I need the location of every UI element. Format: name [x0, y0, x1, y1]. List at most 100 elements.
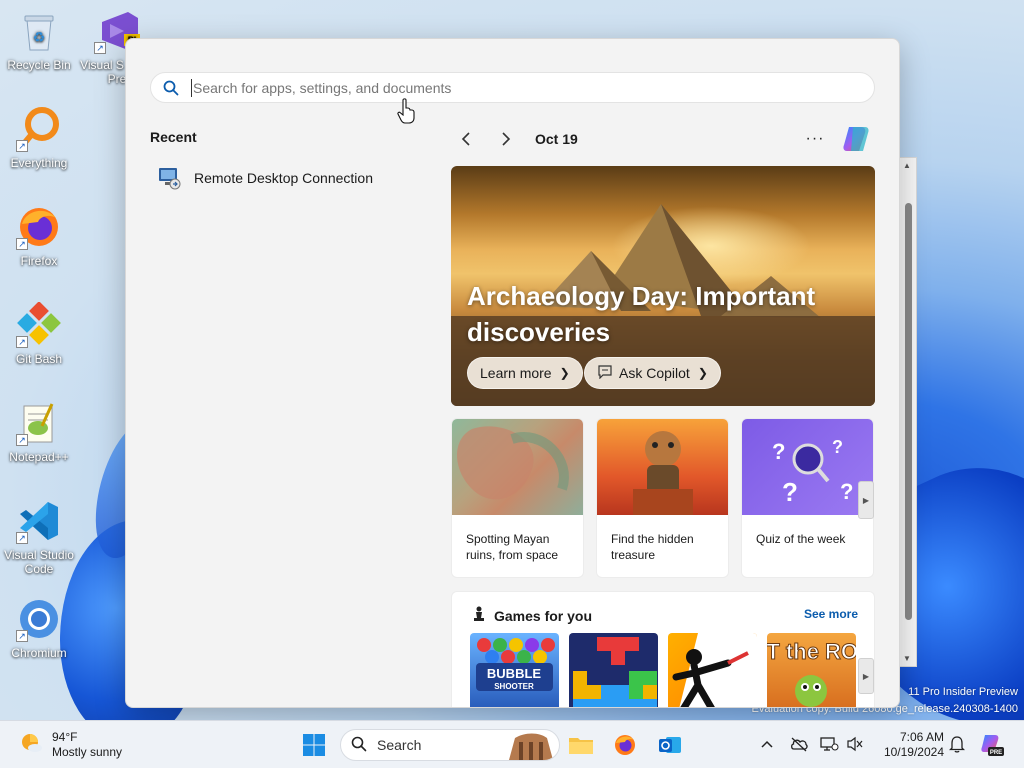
shortcut-arrow-icon: ↗ [16, 630, 28, 642]
desktop-icon-vscode[interactable]: ↗ Visual Studio Code [0, 498, 78, 576]
desktop-icon-label: Chromium [11, 646, 67, 660]
ask-copilot-button[interactable]: Ask Copilot ❯ [584, 357, 721, 389]
volume-muted-icon[interactable] [844, 733, 866, 755]
copilot-taskbar-button[interactable]: PRE [974, 727, 1010, 763]
watermark-edition: 11 Pro Insider Preview [908, 686, 1018, 698]
svg-text:♻: ♻ [33, 29, 46, 45]
more-options-icon[interactable]: ··· [803, 127, 827, 151]
learn-more-label: Learn more [480, 365, 552, 381]
card-title: Find the hidden treasure [611, 532, 694, 562]
shortcut-arrow-icon: ↗ [16, 336, 28, 348]
learn-more-button[interactable]: Learn more ❯ [467, 357, 583, 389]
show-hidden-icons-chevron-icon[interactable] [756, 733, 778, 755]
desktop-icon-notepad-plus-plus[interactable]: ↗ Notepad++ [0, 400, 78, 464]
shortcut-arrow-icon: ↗ [16, 532, 28, 544]
start-button[interactable] [296, 727, 332, 763]
search-highlight-image [509, 733, 553, 760]
desktop-icon-chromium[interactable]: ↗ Chromium [0, 596, 78, 660]
feed-nav: Oct 19 ··· [451, 125, 875, 153]
taskbar-clock[interactable]: 7:06 AM 10/19/2024 [872, 730, 944, 760]
scroll-up-icon[interactable]: ▲ [903, 161, 911, 170]
pre-badge: PRE [990, 750, 1002, 756]
feed-card[interactable]: Find the hidden treasure [596, 418, 729, 578]
shortcut-arrow-icon: ↗ [16, 140, 28, 152]
notification-bell-icon[interactable] [946, 733, 968, 755]
weather-widget[interactable]: 94°F Mostly sunny [18, 729, 122, 760]
clock-date: 10/19/2024 [883, 745, 944, 759]
copilot-pre-icon: PRE [981, 735, 1004, 756]
desktop-icon-recycle-bin[interactable]: ♻ Recycle Bin [0, 8, 78, 72]
previous-chevron-icon[interactable] [451, 125, 481, 153]
card-title: Spotting Mayan ruins, from space [466, 532, 559, 562]
desktop-icon-firefox[interactable]: ↗ Firefox [0, 204, 78, 268]
desktop-icon-git-bash[interactable]: ↗ Git Bash [0, 301, 78, 366]
svg-text:?: ? [782, 477, 798, 507]
shortcut-arrow-icon: ↗ [16, 238, 28, 250]
git-bash-icon: ↗ [16, 301, 62, 348]
file-explorer-button[interactable] [563, 727, 599, 763]
desktop-icon-label: Recycle Bin [7, 58, 71, 72]
game-tile-cut-the-rope[interactable]: CUT the ROPE [767, 633, 856, 707]
clock-time: 7:06 AM [899, 730, 944, 744]
games-title: Games for you [494, 607, 593, 624]
outlook-taskbar-button[interactable] [652, 727, 688, 763]
desktop-icon-label: Visual Studio Code [4, 548, 74, 576]
feed-card[interactable]: Spotting Mayan ruins, from space [451, 418, 584, 578]
desktop-icon-label: Firefox [20, 254, 58, 268]
firefox-icon: ↗ [16, 204, 62, 250]
start-scrollbar[interactable]: ▲ ▼ [899, 157, 917, 667]
onedrive-offline-icon[interactable] [788, 733, 810, 755]
notepad-plus-plus-icon: ↗ [16, 400, 62, 446]
hand-cursor-icon [397, 98, 415, 124]
ask-copilot-label: Ask Copilot [619, 365, 690, 381]
copilot-icon[interactable] [839, 123, 873, 155]
windows-logo-icon [303, 734, 325, 756]
hero-title: Archaeology Day: Important discoveries [467, 281, 816, 347]
chromium-icon: ↗ [16, 596, 62, 642]
games-heading: Games for you [472, 606, 592, 625]
scroll-down-icon[interactable]: ▼ [903, 654, 911, 663]
search-icon [351, 736, 367, 755]
recent-item-label: Remote Desktop Connection [194, 170, 373, 186]
desktop-icon-label: Git Bash [15, 352, 63, 366]
feed-card[interactable]: ???? Quiz of the week [741, 418, 874, 578]
svg-text:?: ? [772, 439, 785, 464]
next-chevron-icon[interactable] [491, 125, 521, 153]
game-tile-blocks[interactable] [569, 633, 658, 707]
cut-the-rope-title: CUT the ROPE [767, 639, 856, 664]
start-search-input[interactable] [191, 78, 874, 97]
recent-heading: Recent [150, 129, 197, 145]
desktop-icon-everything[interactable]: ↗ Everything [0, 106, 78, 170]
hero-card[interactable]: Archaeology Day: Important discoveries L… [451, 166, 875, 406]
outlook-icon [659, 737, 681, 753]
chevron-right-icon: ❯ [697, 366, 708, 380]
scrollbar-thumb[interactable] [905, 203, 912, 620]
taskbar-search[interactable]: Search [340, 729, 560, 761]
treasure-thumbnail [597, 419, 728, 515]
firefox-taskbar-button[interactable] [607, 727, 643, 763]
cards-next-arrow-icon[interactable]: ▶ [858, 481, 874, 519]
game-tile-stickman[interactable] [668, 633, 757, 707]
map-thumbnail [452, 419, 583, 515]
card-title: Quiz of the week [756, 532, 846, 546]
shortcut-arrow-icon: ↗ [94, 42, 106, 54]
vscode-icon: ↗ [16, 498, 62, 544]
desktop-icon-label: Notepad++ [9, 450, 69, 464]
chat-bubble-icon [597, 364, 613, 382]
see-more-link[interactable]: See more [804, 607, 858, 621]
network-icon[interactable] [818, 733, 840, 755]
quiz-thumbnail: ???? [742, 419, 873, 515]
recycle-bin-icon: ♻ [16, 8, 62, 54]
start-search-box[interactable] [150, 72, 875, 103]
everything-icon: ↗ [16, 106, 62, 152]
taskbar-search-label: Search [377, 737, 422, 753]
game-tile-bubble-shooter[interactable]: BUBBLE SHOOTER [470, 633, 559, 707]
taskbar: 94°F Mostly sunny Search 7:06 AM 10/19/2… [0, 720, 1024, 768]
sunny-weather-icon [18, 729, 44, 760]
svg-text:?: ? [840, 479, 853, 504]
recent-item-remote-desktop[interactable]: Remote Desktop Connection [156, 165, 373, 191]
games-next-arrow-icon[interactable]: ▶ [858, 658, 874, 694]
chevron-right-icon: ❯ [559, 366, 570, 380]
shortcut-arrow-icon: ↗ [16, 434, 28, 446]
svg-text:?: ? [832, 437, 843, 457]
